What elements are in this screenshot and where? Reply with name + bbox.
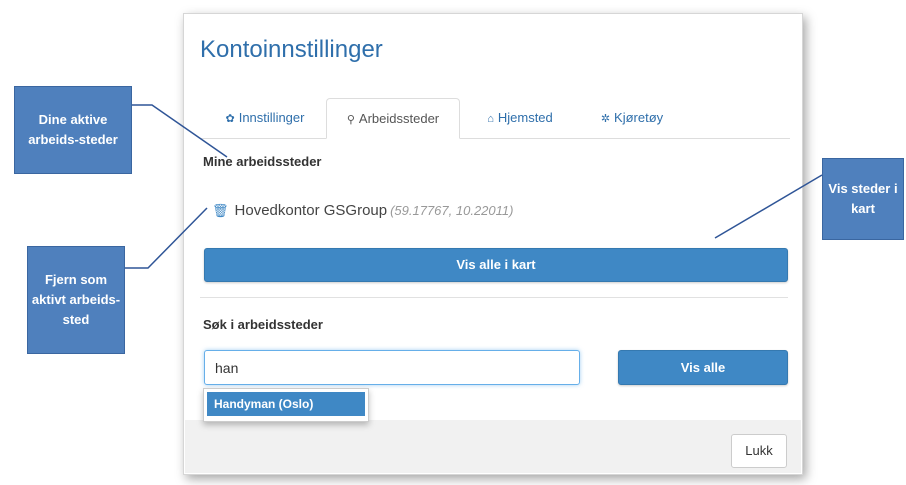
home-icon: ⌂ — [487, 113, 494, 125]
callout-text: Dine aktive arbeids-steder — [28, 112, 118, 147]
autocomplete-dropdown: Handyman (Oslo) — [203, 388, 369, 422]
callout-text: Fjern som aktivt arbeids-sted — [31, 272, 121, 327]
close-button[interactable]: Lukk — [731, 434, 787, 468]
callout-remove-active: Fjern som aktivt arbeids-sted — [27, 246, 125, 354]
modal-footer: Lukk — [185, 420, 801, 473]
workplace-name: Hovedkontor GSGroup — [234, 202, 388, 219]
tab-label: Hjemsted — [497, 110, 553, 125]
tab-hjemsted[interactable]: ⌂ Hjemsted — [468, 98, 572, 138]
section-divider — [200, 297, 788, 298]
gears-icon: ✲ — [600, 113, 611, 125]
tab-label: Kjøretøy — [614, 110, 664, 125]
my-workplaces-heading: Mine arbeidssteder — [203, 154, 322, 169]
tab-label: Innstillinger — [238, 110, 305, 125]
tab-kjoretoy[interactable]: ✲ Kjøretøy — [582, 98, 682, 138]
tab-label: Arbeidssteder — [358, 111, 440, 126]
callout-text: Vis steder i kart — [828, 181, 898, 216]
map-marker-icon: ⚲ — [346, 114, 355, 126]
suggestion-item[interactable]: Handyman (Oslo) — [207, 392, 365, 416]
modal-title: Kontoinnstillinger — [200, 36, 383, 63]
tabs-divider — [200, 138, 790, 139]
tab-arbeidssteder[interactable]: ⚲ Arbeidssteder — [326, 98, 460, 139]
gear-icon: ✿ — [225, 113, 235, 125]
callout-show-in-map: Vis steder i kart — [822, 158, 904, 240]
search-heading: Søk i arbeidssteder — [203, 317, 323, 332]
search-input[interactable] — [204, 350, 580, 385]
account-settings-modal: Kontoinnstillinger ✿ Innstillinger ⚲ Arbei… — [183, 13, 803, 475]
workplace-coords: (59.17767, 10.22011) — [390, 203, 514, 218]
show-all-button[interactable]: Vis alle — [618, 350, 788, 385]
workplace-item: 🗑 Hovedkontor GSGroup (59.17767, 10.22011) — [212, 202, 513, 219]
callout-active-workplaces: Dine aktive arbeids-steder — [14, 86, 132, 174]
show-all-in-map-button[interactable]: Vis alle i kart — [204, 248, 788, 282]
tab-bar: ✿ Innstillinger ⚲ Arbeidssteder ⌂ Hjemsted … — [184, 98, 804, 139]
trash-icon[interactable]: 🗑 — [212, 203, 229, 218]
tab-innstillinger[interactable]: ✿ Innstillinger — [206, 98, 324, 138]
